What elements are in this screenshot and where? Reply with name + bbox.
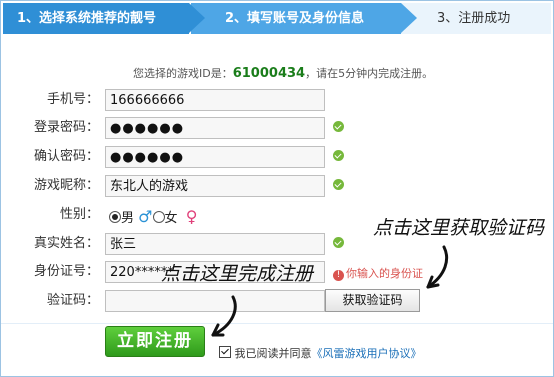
female-radio[interactable] xyxy=(152,211,165,223)
error-icon: ! xyxy=(333,270,344,281)
annotation-arrow-code-icon xyxy=(426,245,449,289)
annotation-complete: 点击这里完成注册 xyxy=(161,263,314,285)
step-1-label: 1、选择系统推荐的靓号 xyxy=(17,11,157,26)
step-1-arrow xyxy=(189,3,205,33)
realname-label: 真实姓名： xyxy=(33,236,99,251)
step-2-label: 2、填写账号及身份信息 xyxy=(225,11,365,26)
gender-options: 男 ♂ 女 ♀ xyxy=(109,209,198,227)
nickname-ok-icon xyxy=(333,179,344,190)
game-id: 61000434 xyxy=(232,66,306,81)
register-button[interactable]: 立即注册 xyxy=(105,326,205,357)
nickname-label: 游戏昵称： xyxy=(33,178,99,193)
step-1: 1、选择系统推荐的靓号 xyxy=(3,3,189,34)
agreement-link[interactable]: 《风雷游戏用户协议》 xyxy=(312,347,422,360)
registration-dialog: 1、选择系统推荐的靓号 2、填写账号及身份信息 3、注册成功 您选择的游戏ID是… xyxy=(0,0,554,377)
nickname-input[interactable]: 东北人的游戏 xyxy=(105,175,325,197)
step-3-label: 3、注册成功 xyxy=(437,11,511,26)
divider xyxy=(1,323,553,324)
password-label: 登录密码： xyxy=(33,120,99,135)
password-input[interactable]: ●●●●●● xyxy=(105,117,325,139)
captcha-label: 验证码： xyxy=(46,293,99,308)
confirm-ok-icon xyxy=(333,150,344,161)
male-icon: ♂ xyxy=(138,207,153,226)
phone-label: 手机号： xyxy=(46,92,99,107)
male-radio[interactable] xyxy=(109,211,121,223)
female-icon: ♀ xyxy=(185,207,198,226)
hint-prefix: 您选择的游戏ID是： xyxy=(133,67,233,80)
female-label[interactable]: 女 xyxy=(165,211,178,226)
realname-input[interactable]: 张三 xyxy=(105,233,325,255)
step-bar: 1、选择系统推荐的靓号 2、填写账号及身份信息 3、注册成功 xyxy=(3,3,551,34)
confirm-password-input[interactable]: ●●●●●● xyxy=(105,146,325,168)
step-2-arrow xyxy=(401,3,417,33)
gender-label: 性别： xyxy=(59,207,99,222)
id-hint: 您选择的游戏ID是：61000434，请在5分钟内完成注册。 xyxy=(133,65,433,81)
male-label[interactable]: 男 xyxy=(121,211,134,226)
idcard-label: 身份证号： xyxy=(33,264,99,279)
confirm-label: 确认密码： xyxy=(33,149,99,164)
password-ok-icon xyxy=(333,121,344,132)
phone-input[interactable]: 166666666 xyxy=(105,89,325,111)
annotation-get-code: 点击这里获取验证码 xyxy=(373,217,545,239)
annotation-arrow-register-icon xyxy=(211,295,237,337)
hint-suffix: ，请在5分钟内完成注册。 xyxy=(305,67,434,80)
step-3: 3、注册成功 xyxy=(401,3,551,34)
realname-ok-icon xyxy=(333,237,344,248)
step-2: 2、填写账号及身份信息 xyxy=(189,3,401,34)
